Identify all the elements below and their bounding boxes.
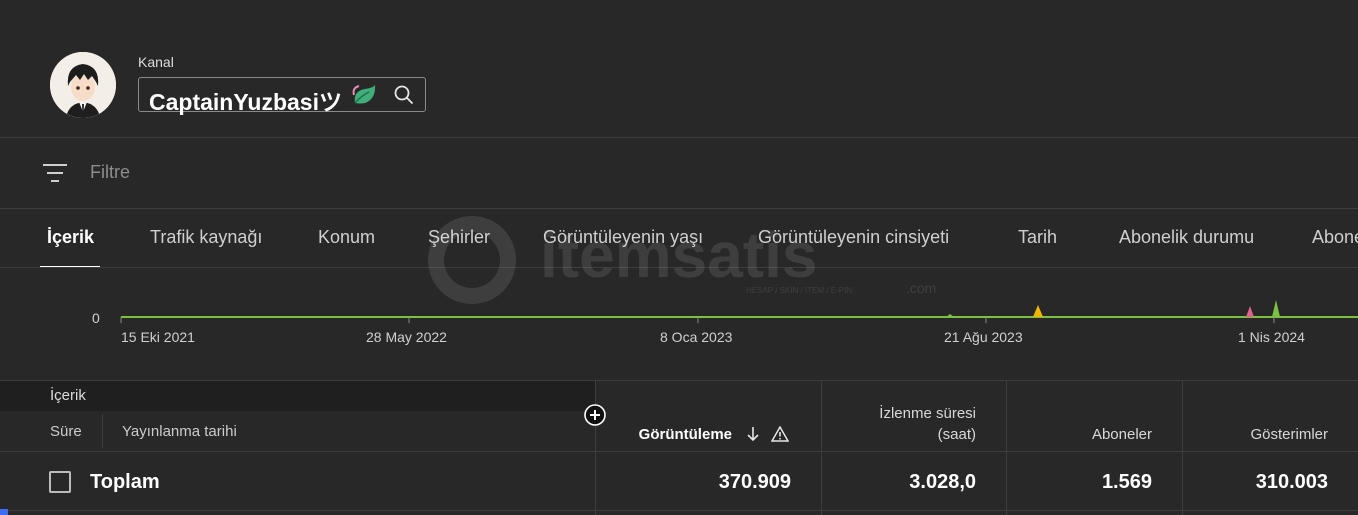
warning-icon[interactable]	[770, 425, 790, 442]
x-tick-label: 15 Eki 2021	[121, 329, 195, 345]
divider	[0, 510, 1358, 511]
tab-abonelik-durumu[interactable]: Abonelik durumu	[1119, 227, 1254, 248]
column-header-subscribers[interactable]: Aboneler	[1010, 426, 1152, 443]
chart-spike-pink	[1246, 306, 1254, 317]
channel-label: Kanal	[138, 54, 174, 70]
svg-text:itemsatis: itemsatis	[540, 219, 817, 291]
group-label: İçerik	[50, 387, 86, 404]
table-group-header	[0, 381, 595, 411]
column-header-views[interactable]: Görüntüleme	[620, 426, 732, 443]
tab-icerik[interactable]: İçerik	[47, 227, 94, 248]
chart-spike-green	[1272, 300, 1280, 317]
x-tick-label: 1 Nis 2024	[1238, 329, 1305, 345]
column-header-duration[interactable]: Süre	[50, 423, 82, 440]
total-row-checkbox[interactable]	[49, 471, 71, 493]
x-tick-label: 8 Oca 2023	[660, 329, 733, 345]
column-divider	[102, 414, 103, 448]
channel-selector[interactable]: CaptainYuzbasiツ	[138, 77, 426, 115]
total-watch-time: 3.028,0	[909, 471, 976, 493]
total-label: Toplam	[90, 471, 160, 493]
tab-tarih[interactable]: Tarih	[1018, 227, 1057, 248]
x-tick-label: 28 May 2022	[366, 329, 447, 345]
channel-name: CaptainYuzbasiツ	[149, 89, 342, 115]
total-impressions: 310.003	[1255, 471, 1328, 493]
column-divider	[1006, 381, 1007, 515]
chart-spike-yellow	[1033, 305, 1043, 317]
filter-icon[interactable]	[42, 162, 68, 184]
chart-spike-small	[946, 314, 954, 317]
tab-abone[interactable]: Abone	[1312, 227, 1358, 248]
column-divider	[1182, 381, 1183, 515]
column-header-impressions[interactable]: Gösterimler	[1190, 426, 1328, 443]
filter-input[interactable]: Filtre	[90, 162, 130, 183]
column-divider	[595, 381, 596, 515]
column-header-watch-time[interactable]: İzlenme süresi	[830, 405, 976, 422]
add-column-icon[interactable]	[584, 404, 606, 426]
column-header-watch-time-unit: (saat)	[937, 426, 976, 443]
divider	[0, 208, 1358, 209]
channel-avatar[interactable]	[50, 52, 116, 118]
sort-down-icon[interactable]	[746, 426, 760, 442]
column-header-publish-date[interactable]: Yayınlanma tarihi	[122, 423, 237, 440]
tab-konum[interactable]: Konum	[318, 227, 375, 248]
row-accent	[0, 509, 8, 515]
divider	[0, 137, 1358, 138]
divider	[0, 451, 1358, 452]
search-icon[interactable]	[393, 84, 415, 106]
x-tick-label: 21 Ağu 2023	[944, 329, 1023, 345]
leaf-icon	[351, 83, 377, 107]
column-divider	[821, 381, 822, 515]
tab-trafik-kaynagi[interactable]: Trafik kaynağı	[150, 227, 262, 248]
total-subscribers: 1.569	[1101, 471, 1152, 493]
y-tick-label: 0	[92, 310, 100, 326]
total-views: 370.909	[718, 471, 791, 493]
